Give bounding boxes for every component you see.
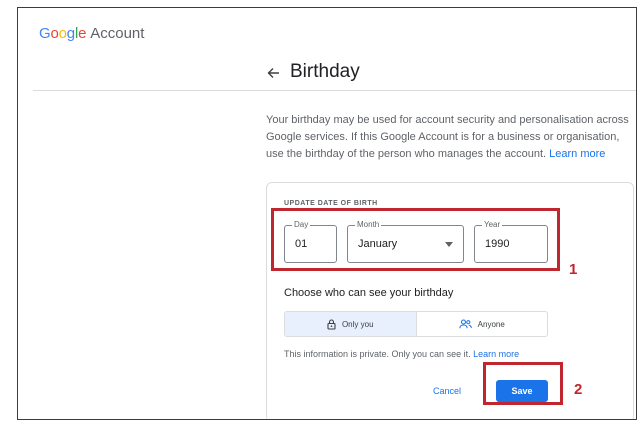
people-icon: [458, 319, 472, 329]
privacy-info: This information is private. Only you ca…: [284, 349, 519, 359]
privacy-text: This information is private. Only you ca…: [284, 349, 471, 359]
back-button[interactable]: [264, 64, 282, 82]
google-account-logo[interactable]: Google Account: [39, 25, 144, 42]
cancel-button[interactable]: Cancel: [433, 386, 461, 396]
only-you-label: Only you: [341, 319, 374, 329]
section-label: UPDATE DATE OF BIRTH: [284, 200, 378, 207]
account-label: Account: [90, 25, 145, 42]
lock-icon: [327, 318, 336, 330]
anyone-label: Anyone: [477, 319, 505, 329]
birthday-description: Your birthday may be used for account se…: [266, 112, 636, 163]
google-wordmark: Google: [39, 25, 87, 42]
visibility-heading: Choose who can see your birthday: [284, 287, 454, 299]
privacy-learn-more-link[interactable]: Learn more: [473, 349, 519, 359]
annotation-number-1: 1: [569, 261, 578, 278]
annotation-number-2: 2: [574, 381, 583, 398]
visibility-toggle: Only you Anyone: [284, 311, 548, 337]
anyone-option[interactable]: Anyone: [417, 312, 548, 336]
page-title: Birthday: [290, 61, 360, 82]
learn-more-link[interactable]: Learn more: [549, 148, 605, 160]
header-divider: [33, 90, 636, 91]
arrow-left-icon: [267, 68, 279, 78]
highlight-box-date-fields: [271, 208, 560, 271]
highlight-box-save: [483, 362, 563, 405]
only-you-option[interactable]: Only you: [285, 312, 417, 336]
